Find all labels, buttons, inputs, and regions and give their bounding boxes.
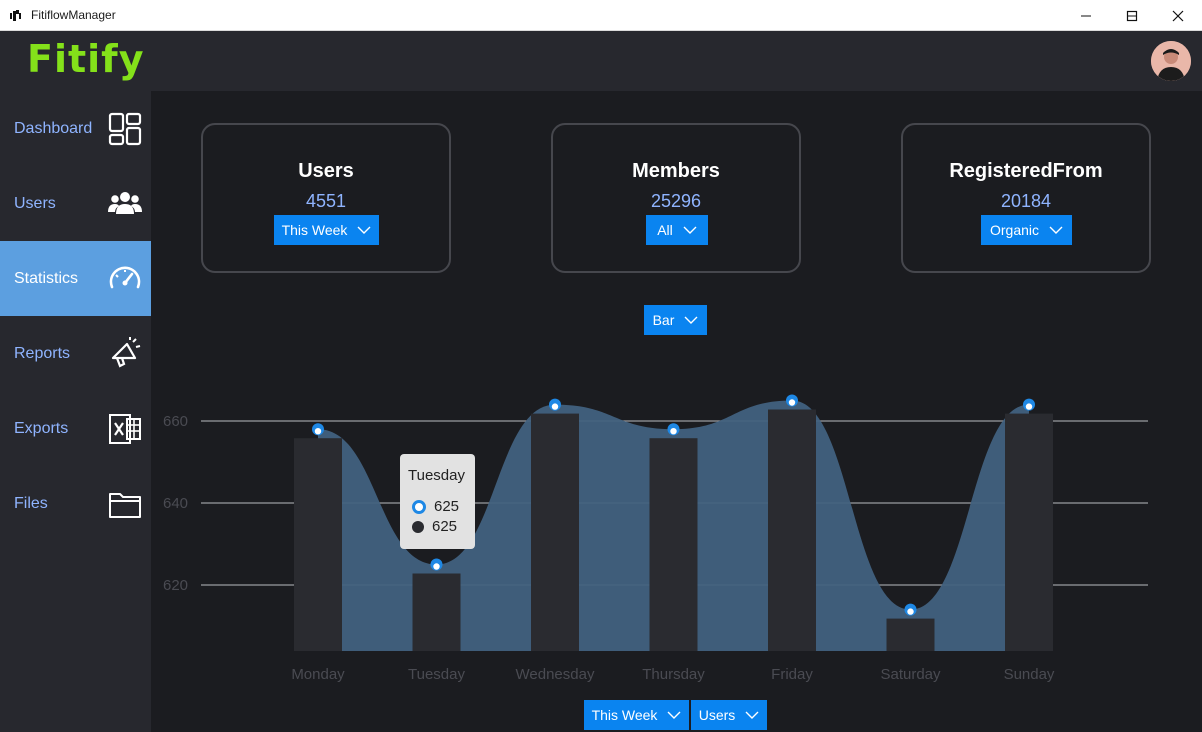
bar [412,573,461,651]
bar [886,618,935,651]
app-icon [10,10,21,21]
tooltip-title: Tuesday [408,467,465,484]
dropdown-label: Users [698,707,736,723]
window-titlebar: FitiflowManager [0,0,1202,31]
chevron-down-icon [745,711,759,719]
chart-metric-dropdown[interactable]: Users [691,700,767,730]
data-point-center [1025,403,1033,410]
sidebar-item-statistics[interactable]: Statistics [0,241,151,316]
data-point-center [907,608,914,615]
maximize-button[interactable] [1109,0,1155,31]
sidebar-item-label: Dashboard [14,120,93,137]
app-logo: Fitify [27,37,145,81]
series-marker-icon [412,499,426,514]
sidebar-item-label: Files [14,495,48,512]
bar [294,438,342,651]
tooltip-value: 625 [432,518,458,535]
window-title: FitiflowManager [31,8,116,22]
folder-icon [109,493,141,518]
statistics-panel: Users 4551 This Week Members 25296 All R… [151,91,1202,732]
x-tick-label: Monday [291,666,345,683]
y-tick-label: 640 [163,495,188,512]
tooltip-row: 625 [412,518,457,535]
excel-icon [109,414,141,444]
minimize-icon [1081,15,1091,16]
app-header: Fitify [0,31,1202,91]
x-tick-label: Tuesday [408,666,465,683]
bar [649,438,698,651]
speedometer-icon [109,266,141,289]
sidebar-item-dashboard[interactable]: Dashboard [0,91,151,166]
dashboard-icon [108,112,142,146]
data-point-center [788,399,796,406]
bar [768,409,816,651]
chart-tooltip: Tuesday 625 625 [400,454,475,549]
close-icon [1172,10,1184,21]
data-point-center [551,403,559,410]
statistics-chart: 620 640 660 Monday Tuesday Wednesday Thursday F… [163,394,1148,683]
sidebar: Dashboard Users Statistics Reports Expor… [0,91,151,732]
data-point-center [433,563,440,570]
sidebar-item-label: Statistics [14,270,79,287]
close-button[interactable] [1155,0,1201,31]
dropdown-label: This Week [591,707,658,723]
maximize-icon [1126,10,1138,21]
y-tick-label: 620 [163,577,188,594]
megaphone-icon [111,337,141,368]
x-tick-label: Friday [771,666,813,683]
sidebar-item-label: Exports [14,420,69,437]
minimize-button-real[interactable] [1063,0,1109,31]
x-tick-label: Saturday [880,666,941,683]
data-point-center [314,428,322,435]
tooltip-row: 625 [412,498,459,515]
chart-period-dropdown[interactable]: This Week [584,700,689,730]
users-icon [108,192,142,214]
data-point-center [670,428,677,435]
sidebar-item-reports[interactable]: Reports [0,316,151,391]
series-marker-icon [412,520,424,533]
bar [1005,413,1053,651]
chevron-down-icon [667,711,681,719]
avatar-image [1151,41,1191,81]
bar [531,413,579,651]
avatar[interactable] [1151,41,1191,81]
sidebar-item-label: Reports [14,345,71,362]
sidebar-item-users[interactable]: Users [0,166,151,241]
sidebar-item-files[interactable]: Files [0,466,151,541]
x-tick-label: Sunday [1004,666,1055,683]
tooltip-value: 625 [434,498,460,515]
sidebar-item-label: Users [14,195,56,212]
x-tick-label: Thursday [642,666,705,683]
x-tick-label: Wednesday [516,666,595,683]
sidebar-item-exports[interactable]: Exports [0,391,151,466]
y-tick-label: 660 [163,413,188,430]
